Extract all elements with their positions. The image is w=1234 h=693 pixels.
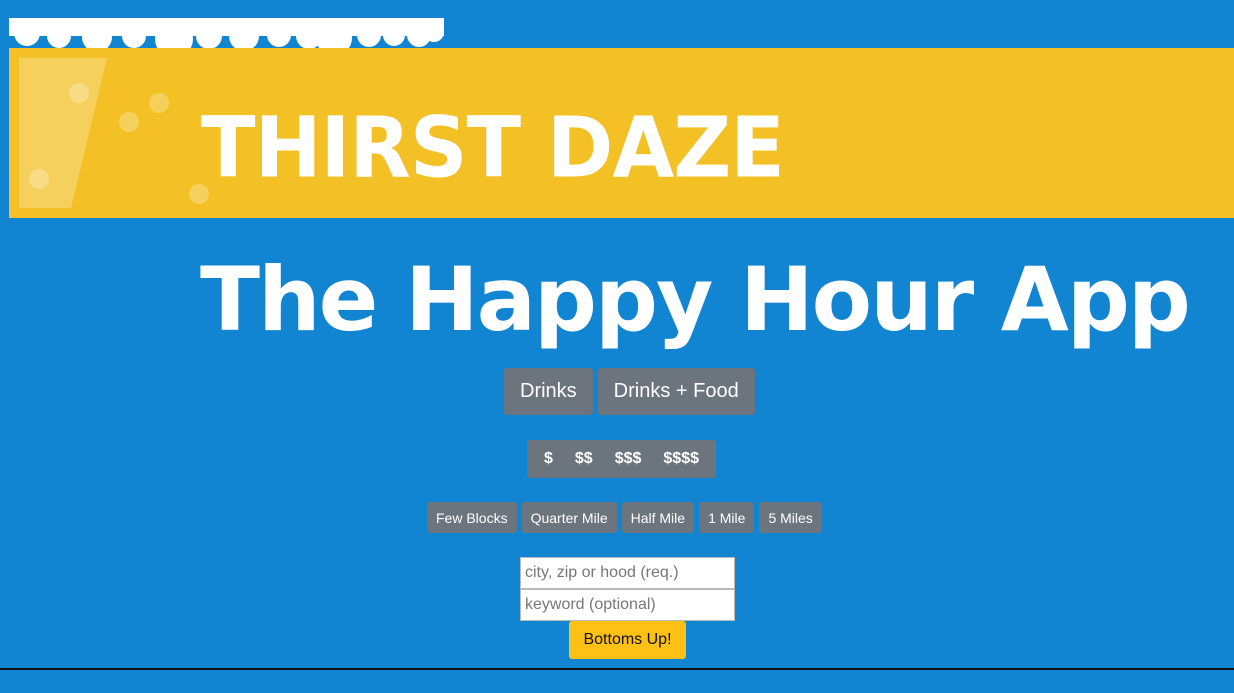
price-1-button[interactable]: $ bbox=[533, 440, 564, 478]
price-3-button[interactable]: $$$ bbox=[603, 440, 653, 478]
half-mile-button[interactable]: Half Mile bbox=[621, 502, 695, 533]
few-blocks-button[interactable]: Few Blocks bbox=[427, 502, 517, 533]
quarter-mile-button[interactable]: Quarter Mile bbox=[521, 502, 617, 533]
footer-divider bbox=[0, 668, 1234, 670]
drinks-food-button[interactable]: Drinks + Food bbox=[597, 368, 755, 415]
location-input[interactable] bbox=[520, 557, 735, 589]
page: THIRST DAZE The Happy Hour App Drinks Dr… bbox=[0, 0, 1234, 693]
bottoms-up-button[interactable]: Bottoms Up! bbox=[569, 621, 686, 659]
distance-filter: Few Blocks Quarter Mile Half Mile 1 Mile… bbox=[427, 502, 822, 533]
price-2-button[interactable]: $$ bbox=[563, 440, 604, 478]
page-subtitle: The Happy Hour App bbox=[200, 248, 1191, 351]
five-miles-button[interactable]: 5 Miles bbox=[759, 502, 822, 533]
drinks-button[interactable]: Drinks bbox=[504, 368, 593, 415]
beer-glass-icon bbox=[19, 58, 209, 208]
venue-type-filter: Drinks Drinks + Food bbox=[504, 368, 755, 415]
one-mile-button[interactable]: 1 Mile bbox=[699, 502, 755, 533]
brand-banner: THIRST DAZE bbox=[9, 48, 1234, 218]
price-4-button[interactable]: $$$$ bbox=[652, 440, 710, 478]
keyword-input[interactable] bbox=[520, 589, 735, 621]
price-filter: $ $$ $$$ $$$$ bbox=[527, 440, 716, 478]
brand-title: THIRST DAZE bbox=[201, 98, 785, 197]
